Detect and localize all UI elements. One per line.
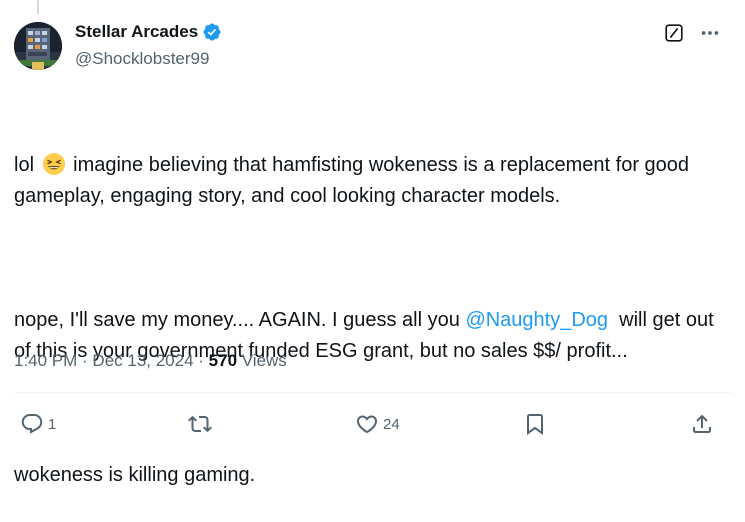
grinning-squinting-face-emoji-icon bbox=[42, 153, 65, 175]
grok-icon[interactable] bbox=[663, 22, 685, 44]
repost-button[interactable] bbox=[188, 412, 216, 436]
mention-link[interactable]: @Naughty_Dog bbox=[465, 309, 608, 331]
share-button[interactable] bbox=[690, 412, 714, 436]
tweet-date[interactable]: Dec 13, 2024 bbox=[92, 351, 193, 370]
tweet-text-lol: lol bbox=[14, 154, 35, 176]
tweet-text-body-2a: nope, I'll save my money.... AGAIN. I gu… bbox=[14, 309, 466, 331]
verified-badge-icon bbox=[203, 23, 221, 41]
bookmark-icon bbox=[527, 414, 543, 435]
action-bar-divider bbox=[14, 392, 731, 393]
tweet-time[interactable]: 1:40 PM bbox=[14, 351, 77, 370]
more-options-icon[interactable] bbox=[699, 22, 721, 44]
tweet-meta: 1:40 PM · Dec 13, 2024 · 570 Views bbox=[14, 350, 287, 372]
author-handle[interactable]: @Shocklobster99 bbox=[75, 48, 209, 70]
meta-separator-2: · bbox=[193, 351, 209, 370]
tweet-text-body-1: imagine believing that hamfisting wokene… bbox=[14, 154, 695, 207]
share-icon bbox=[693, 414, 711, 433]
reply-count: 1 bbox=[48, 415, 57, 433]
reply-icon bbox=[21, 414, 43, 434]
reply-button[interactable]: 1 bbox=[20, 412, 56, 436]
tweet-paragraph-3: wokeness is killing gaming. bbox=[14, 464, 256, 486]
avatar-building-icon bbox=[14, 22, 62, 70]
thread-connector-line bbox=[37, 0, 39, 14]
views-label: Views bbox=[237, 351, 287, 370]
bookmark-button[interactable] bbox=[523, 412, 547, 436]
heart-icon bbox=[356, 415, 378, 434]
tweet-text: lol imagine believing that hamfisting wo… bbox=[14, 88, 726, 522]
meta-separator: · bbox=[77, 351, 93, 370]
repost-icon bbox=[188, 415, 212, 433]
views-count: 570 bbox=[208, 351, 238, 370]
tweet-paragraph-1: lol imagine believing that hamfisting wo… bbox=[14, 150, 726, 212]
avatar[interactable] bbox=[14, 22, 62, 70]
tweet-top-actions bbox=[663, 22, 721, 44]
author-display-name[interactable]: Stellar Arcades bbox=[75, 21, 198, 43]
like-count: 24 bbox=[383, 415, 400, 433]
author-name-row: Stellar Arcades bbox=[75, 21, 222, 43]
like-button[interactable]: 24 bbox=[355, 412, 400, 436]
